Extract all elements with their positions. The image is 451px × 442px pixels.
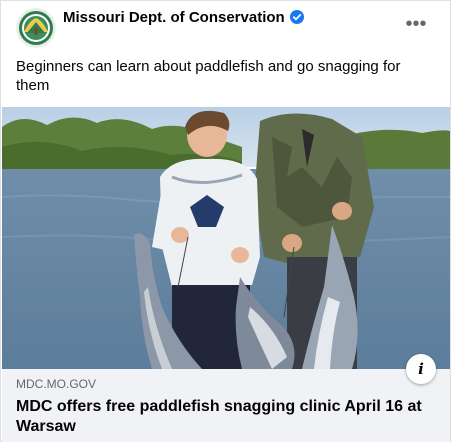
verified-badge-icon <box>289 10 304 24</box>
info-button[interactable]: i <box>406 354 436 384</box>
page-name-text[interactable]: Missouri Dept. of Conservation <box>63 9 285 26</box>
post-photo[interactable] <box>2 107 450 369</box>
link-domain: MDC.MO.GOV <box>16 377 96 391</box>
more-options-button[interactable]: ••• <box>404 13 428 37</box>
link-preview[interactable]: MDC.MO.GOV MDC offers free paddlefish sn… <box>2 369 450 442</box>
page-name[interactable]: Missouri Dept. of Conservation <box>63 9 304 27</box>
mdc-logo-icon <box>16 8 56 48</box>
more-options-icon: ••• <box>405 13 427 35</box>
paddlefish-photo <box>2 107 450 369</box>
info-icon: i <box>418 360 424 378</box>
post-header: Missouri Dept. of Conservation ••• <box>1 1 450 53</box>
facebook-post: Missouri Dept. of Conservation ••• Begin… <box>0 0 451 442</box>
link-title[interactable]: MDC offers free paddlefish snagging clin… <box>16 397 431 437</box>
page-avatar[interactable] <box>16 8 56 48</box>
post-caption: Beginners can learn about paddlefish and… <box>16 58 401 94</box>
